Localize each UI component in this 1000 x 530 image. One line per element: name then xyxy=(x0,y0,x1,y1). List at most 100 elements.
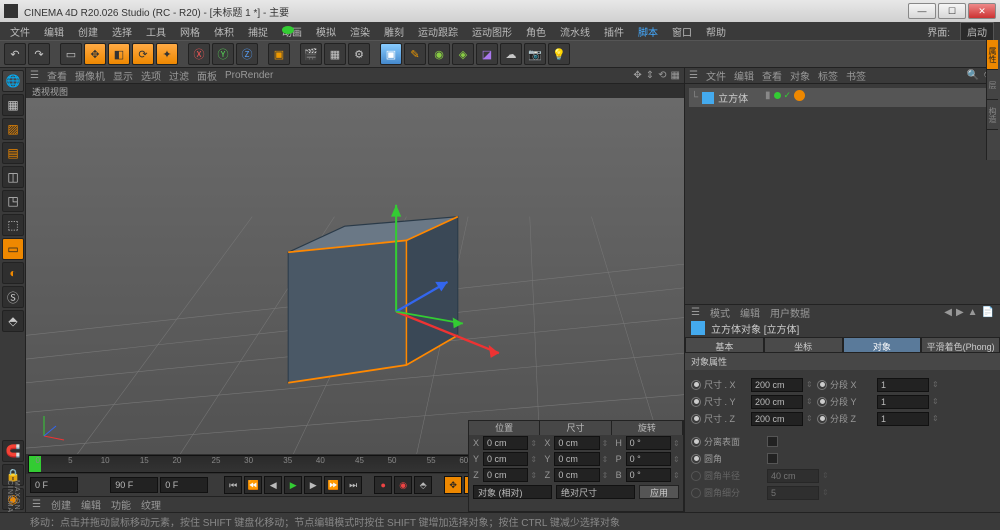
om-object[interactable]: 对象 xyxy=(790,68,810,83)
om-file[interactable]: 文件 xyxy=(706,68,726,83)
radio-segx[interactable] xyxy=(817,380,827,390)
menu-edit[interactable]: 编辑 xyxy=(38,23,70,40)
nav-rrotate icon[interactable]: ⟲ xyxy=(658,70,666,81)
menu-character[interactable]: 角色 xyxy=(520,23,552,40)
size-z-field[interactable]: 200 cm xyxy=(751,412,803,426)
menu-mesh[interactable]: 网格 xyxy=(174,23,206,40)
attr-userdata[interactable]: 用户数据 xyxy=(770,305,810,320)
menu-script[interactable]: 脚本 xyxy=(632,23,664,40)
search-icon[interactable]: 🔍 xyxy=(967,70,979,81)
object-item-cube[interactable]: └ 立方体 xyxy=(689,88,996,107)
next-frame-button[interactable]: ▶ xyxy=(304,476,322,494)
coord-system-button[interactable]: ▣ xyxy=(268,43,290,65)
rotate-tool[interactable]: ⟳ xyxy=(132,43,154,65)
record-button[interactable]: ● xyxy=(374,476,392,494)
uv-mode-button[interactable]: Ⓢ xyxy=(2,286,24,308)
close-button[interactable]: ✕ xyxy=(968,3,996,19)
nav-pan-icon[interactable]: ✥ xyxy=(633,70,641,81)
generator-button[interactable]: ◈ xyxy=(452,43,474,65)
menu-volume[interactable]: 体积 xyxy=(208,23,240,40)
object-name[interactable]: 立方体 xyxy=(718,90,748,105)
menu-simulate[interactable]: 模拟 xyxy=(310,23,342,40)
om-bookmarks[interactable]: 书签 xyxy=(846,68,866,83)
edge-mode-button[interactable]: ▭ xyxy=(2,238,24,260)
menu-tools[interactable]: 工具 xyxy=(140,23,172,40)
move-tool[interactable]: ✥ xyxy=(84,43,106,65)
size-x-field[interactable]: 0 cm xyxy=(554,436,599,450)
prev-frame-button[interactable]: ◀ xyxy=(264,476,282,494)
autokey-button[interactable]: ◉ xyxy=(394,476,412,494)
size-z-field[interactable]: 0 cm xyxy=(554,468,599,482)
axis-mode-button[interactable]: ◳ xyxy=(2,190,24,212)
pos-z-field[interactable]: 0 cm xyxy=(483,468,528,482)
attr-up-icon[interactable]: ▲ xyxy=(968,307,978,318)
goto-end-button[interactable]: ⏭ xyxy=(344,476,362,494)
radio-sizez[interactable] xyxy=(691,414,701,424)
object-status-icons[interactable]: ▮ ✓ xyxy=(765,90,805,101)
scale-tool[interactable]: ◧ xyxy=(108,43,130,65)
menu-plugins[interactable]: 插件 xyxy=(598,23,630,40)
radio-segy[interactable] xyxy=(817,397,827,407)
rside-tab-2[interactable]: 层 xyxy=(987,70,998,100)
menu-snap[interactable]: 捕捉 xyxy=(242,23,274,40)
nav-zoom-icon[interactable]: ⇕ xyxy=(646,70,654,81)
tab-basic[interactable]: 基本 xyxy=(685,337,764,353)
rside-tab-3[interactable]: 构造 xyxy=(987,100,998,130)
environment-button[interactable]: ☁ xyxy=(500,43,522,65)
nav-layout-icon[interactable]: ▦ xyxy=(671,70,680,81)
deformer-button[interactable]: ◪ xyxy=(476,43,498,65)
tab-object[interactable]: 对象 xyxy=(843,337,922,353)
om-edit[interactable]: 编辑 xyxy=(734,68,754,83)
point-mode-button[interactable]: ⬚ xyxy=(2,214,24,236)
view-menu[interactable]: 查看 xyxy=(47,68,67,83)
menu-sculpt[interactable]: 雕刻 xyxy=(378,23,410,40)
camera-button[interactable]: 📷 xyxy=(524,43,546,65)
coord-mode-dropdown[interactable]: 对象 (相对) xyxy=(473,485,552,499)
size-y-field[interactable]: 0 cm xyxy=(554,452,599,466)
viewport[interactable]: 网格间距 : 100 cm xyxy=(26,98,684,454)
polygon-mode-button[interactable]: ◐ xyxy=(2,262,24,284)
seg-x-field[interactable]: 1 xyxy=(877,378,929,392)
tab-coord[interactable]: 坐标 xyxy=(764,337,843,353)
fillet-checkbox[interactable] xyxy=(767,453,778,464)
goto-start-button[interactable]: ⏮ xyxy=(224,476,242,494)
y-axis-toggle[interactable]: Ⓨ xyxy=(212,43,234,65)
end-frame-field[interactable] xyxy=(110,477,158,493)
play-button[interactable]: ▶ xyxy=(284,476,302,494)
menu-help[interactable]: 帮助 xyxy=(700,23,732,40)
display-menu[interactable]: 显示 xyxy=(113,68,133,83)
prev-key-button[interactable]: ⏪ xyxy=(244,476,262,494)
undo-button[interactable]: ↶ xyxy=(4,43,26,65)
pos-x-field[interactable]: 0 cm xyxy=(483,436,528,450)
panel-menu[interactable]: 面板 xyxy=(197,68,217,83)
render-settings-button[interactable]: ⚙ xyxy=(348,43,370,65)
workplane-button[interactable]: ▤ xyxy=(2,142,24,164)
tweak-mode-button[interactable]: ⬘ xyxy=(2,310,24,332)
attr-new-icon[interactable]: 📄 xyxy=(982,307,994,318)
apply-button[interactable]: 应用 xyxy=(639,485,679,499)
start-frame-field[interactable] xyxy=(30,477,78,493)
phong-tag-icon[interactable] xyxy=(794,90,805,101)
attr-fwd-icon[interactable]: ▶ xyxy=(956,307,964,318)
rot-p-field[interactable]: 0 ° xyxy=(626,452,671,466)
size-mode-dropdown[interactable]: 绝对尺寸 xyxy=(556,485,635,499)
attr-edit[interactable]: 编辑 xyxy=(740,305,760,320)
size-y-field[interactable]: 200 cm xyxy=(751,395,803,409)
radio-separate[interactable] xyxy=(691,437,701,447)
minimize-button[interactable]: — xyxy=(908,3,936,19)
rside-tab-1[interactable]: 属性 xyxy=(987,40,998,70)
camera-menu[interactable]: 摄像机 xyxy=(75,68,105,83)
keyframe-sel-button[interactable]: ⬘ xyxy=(414,476,432,494)
menu-file[interactable]: 文件 xyxy=(4,23,36,40)
next-key-button[interactable]: ⏩ xyxy=(324,476,342,494)
menu-pipeline[interactable]: 流水线 xyxy=(554,23,596,40)
menu-create[interactable]: 创建 xyxy=(72,23,104,40)
mat-create[interactable]: 创建 xyxy=(51,497,71,512)
layout-dropdown[interactable]: 启动 xyxy=(960,22,994,41)
make-editable-button[interactable]: 🌐 xyxy=(2,70,24,92)
snap-toggle[interactable]: 🧲 xyxy=(2,440,24,462)
mat-edit[interactable]: 编辑 xyxy=(81,497,101,512)
seg-z-field[interactable]: 1 xyxy=(877,412,929,426)
radio-sizey[interactable] xyxy=(691,397,701,407)
texture-mode-button[interactable]: ▨ xyxy=(2,118,24,140)
